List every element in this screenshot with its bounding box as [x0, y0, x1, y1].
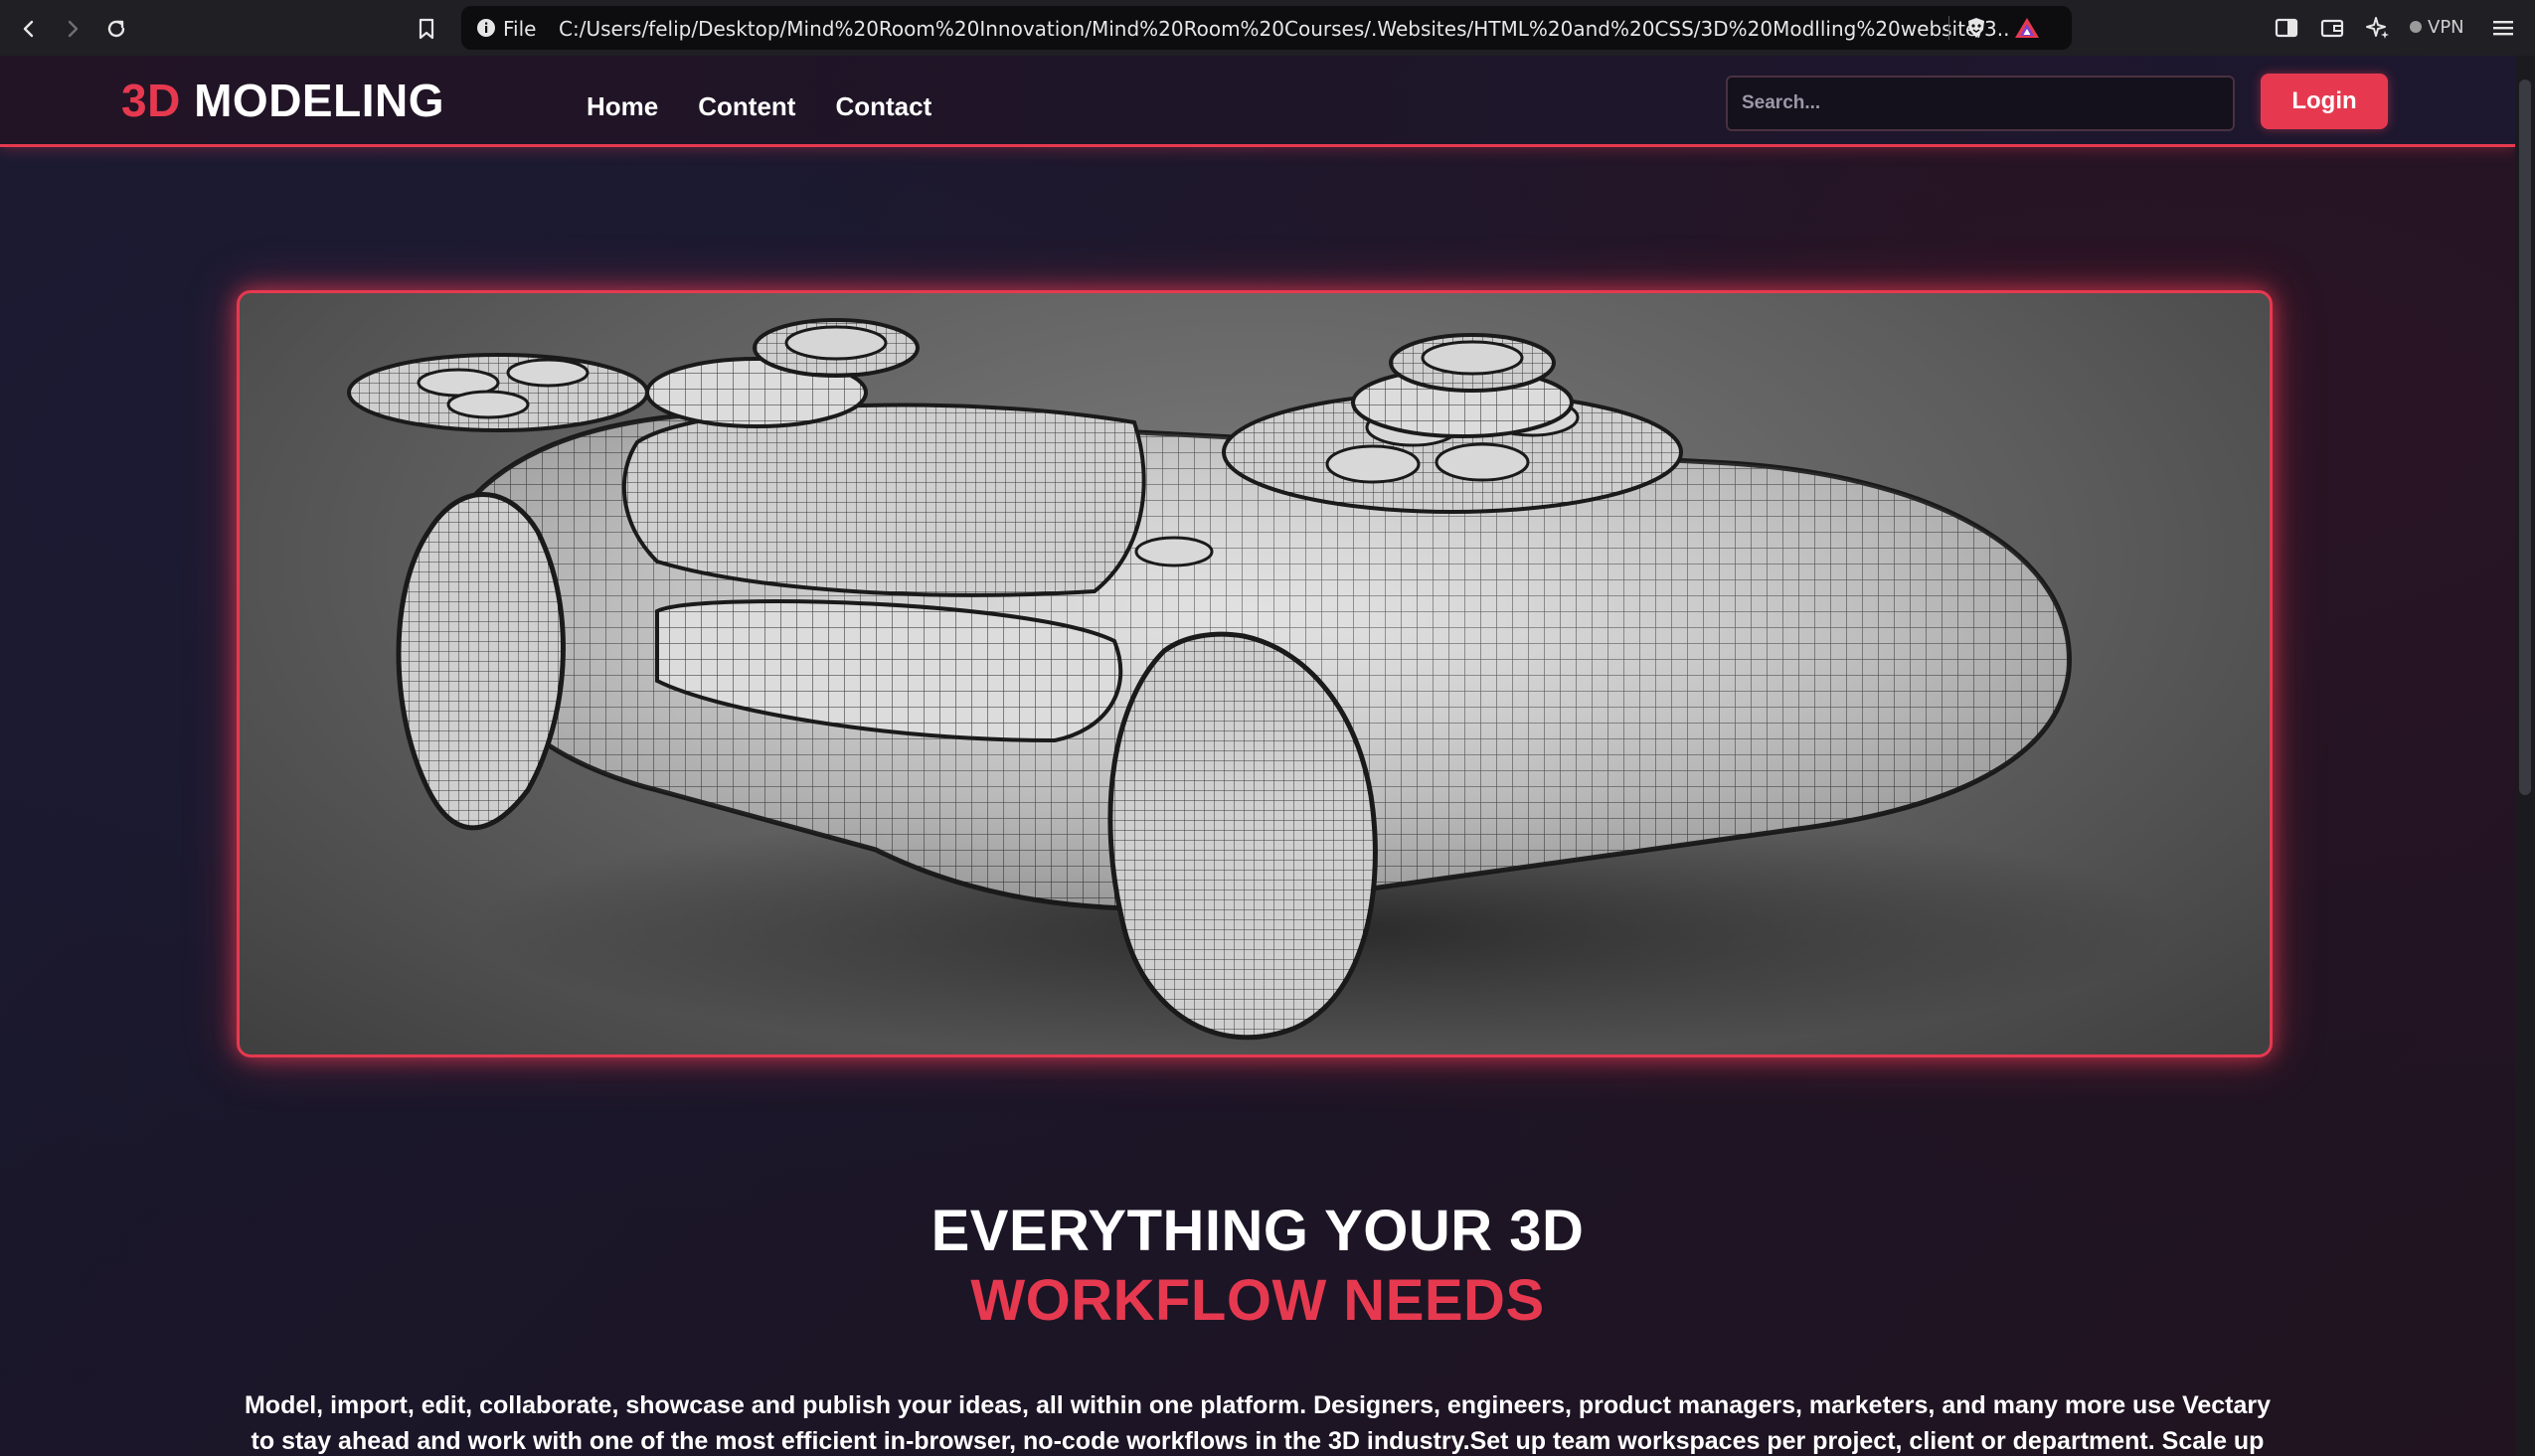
scrollbar-thumb[interactable]: [2519, 80, 2531, 795]
hero-headline: EVERYTHING YOUR 3D WORKFLOW NEEDS: [0, 1197, 2515, 1336]
logo-text: MODELING: [194, 75, 444, 126]
leo-ai-icon[interactable]: [2364, 14, 2392, 42]
address-bar[interactable]: File C:/Users/felip/Desktop/Mind%20Room%…: [461, 6, 2072, 50]
brave-shield-icon[interactable]: [1964, 16, 1988, 40]
nav-link-contact[interactable]: Contact: [835, 91, 931, 122]
hero-image: [237, 290, 2273, 1057]
logo-accent-text: 3D: [121, 75, 181, 126]
back-icon[interactable]: [14, 14, 44, 44]
hero-description: Model, import, edit, collaborate, showca…: [244, 1391, 2272, 1455]
headline-line-1: EVERYTHING YOUR 3D: [930, 1199, 1585, 1263]
menu-icon[interactable]: [2491, 14, 2519, 42]
site-logo[interactable]: 3D MODELING: [121, 74, 444, 127]
address-url[interactable]: C:/Users/felip/Desktop/Mind%20Room%20Inn…: [559, 17, 2010, 41]
nav-link-home[interactable]: Home: [587, 91, 658, 122]
address-scheme-label: File: [503, 17, 537, 41]
sidebar-icon[interactable]: [2273, 14, 2300, 42]
login-button[interactable]: Login: [2261, 74, 2388, 129]
info-icon[interactable]: [475, 17, 497, 39]
search-input[interactable]: [1726, 76, 2235, 131]
wallet-icon[interactable]: [2318, 14, 2346, 42]
forward-icon[interactable]: [58, 14, 87, 44]
nav-link-content[interactable]: Content: [698, 91, 795, 122]
site-header: 3D MODELING Home Content Contact Login: [0, 56, 2515, 147]
headline-line-2: WORKFLOW NEEDS: [970, 1268, 1545, 1333]
page-scrollbar[interactable]: [2515, 56, 2535, 1456]
bookmark-icon[interactable]: [412, 14, 441, 44]
page-viewport: 3D MODELING Home Content Contact Login: [0, 56, 2515, 1456]
controller-wireframe-illustration: [347, 318, 2178, 1054]
address-divider: [1948, 16, 1949, 40]
reload-icon[interactable]: [101, 14, 131, 44]
vpn-button[interactable]: VPN: [2400, 12, 2474, 42]
browser-toolbar: File C:/Users/felip/Desktop/Mind%20Room%…: [0, 0, 2535, 56]
vpn-status-icon: [2410, 21, 2422, 33]
main-nav: Home Content Contact: [587, 91, 931, 122]
vpn-label: VPN: [2428, 16, 2464, 38]
brave-rewards-icon[interactable]: [2014, 16, 2039, 40]
